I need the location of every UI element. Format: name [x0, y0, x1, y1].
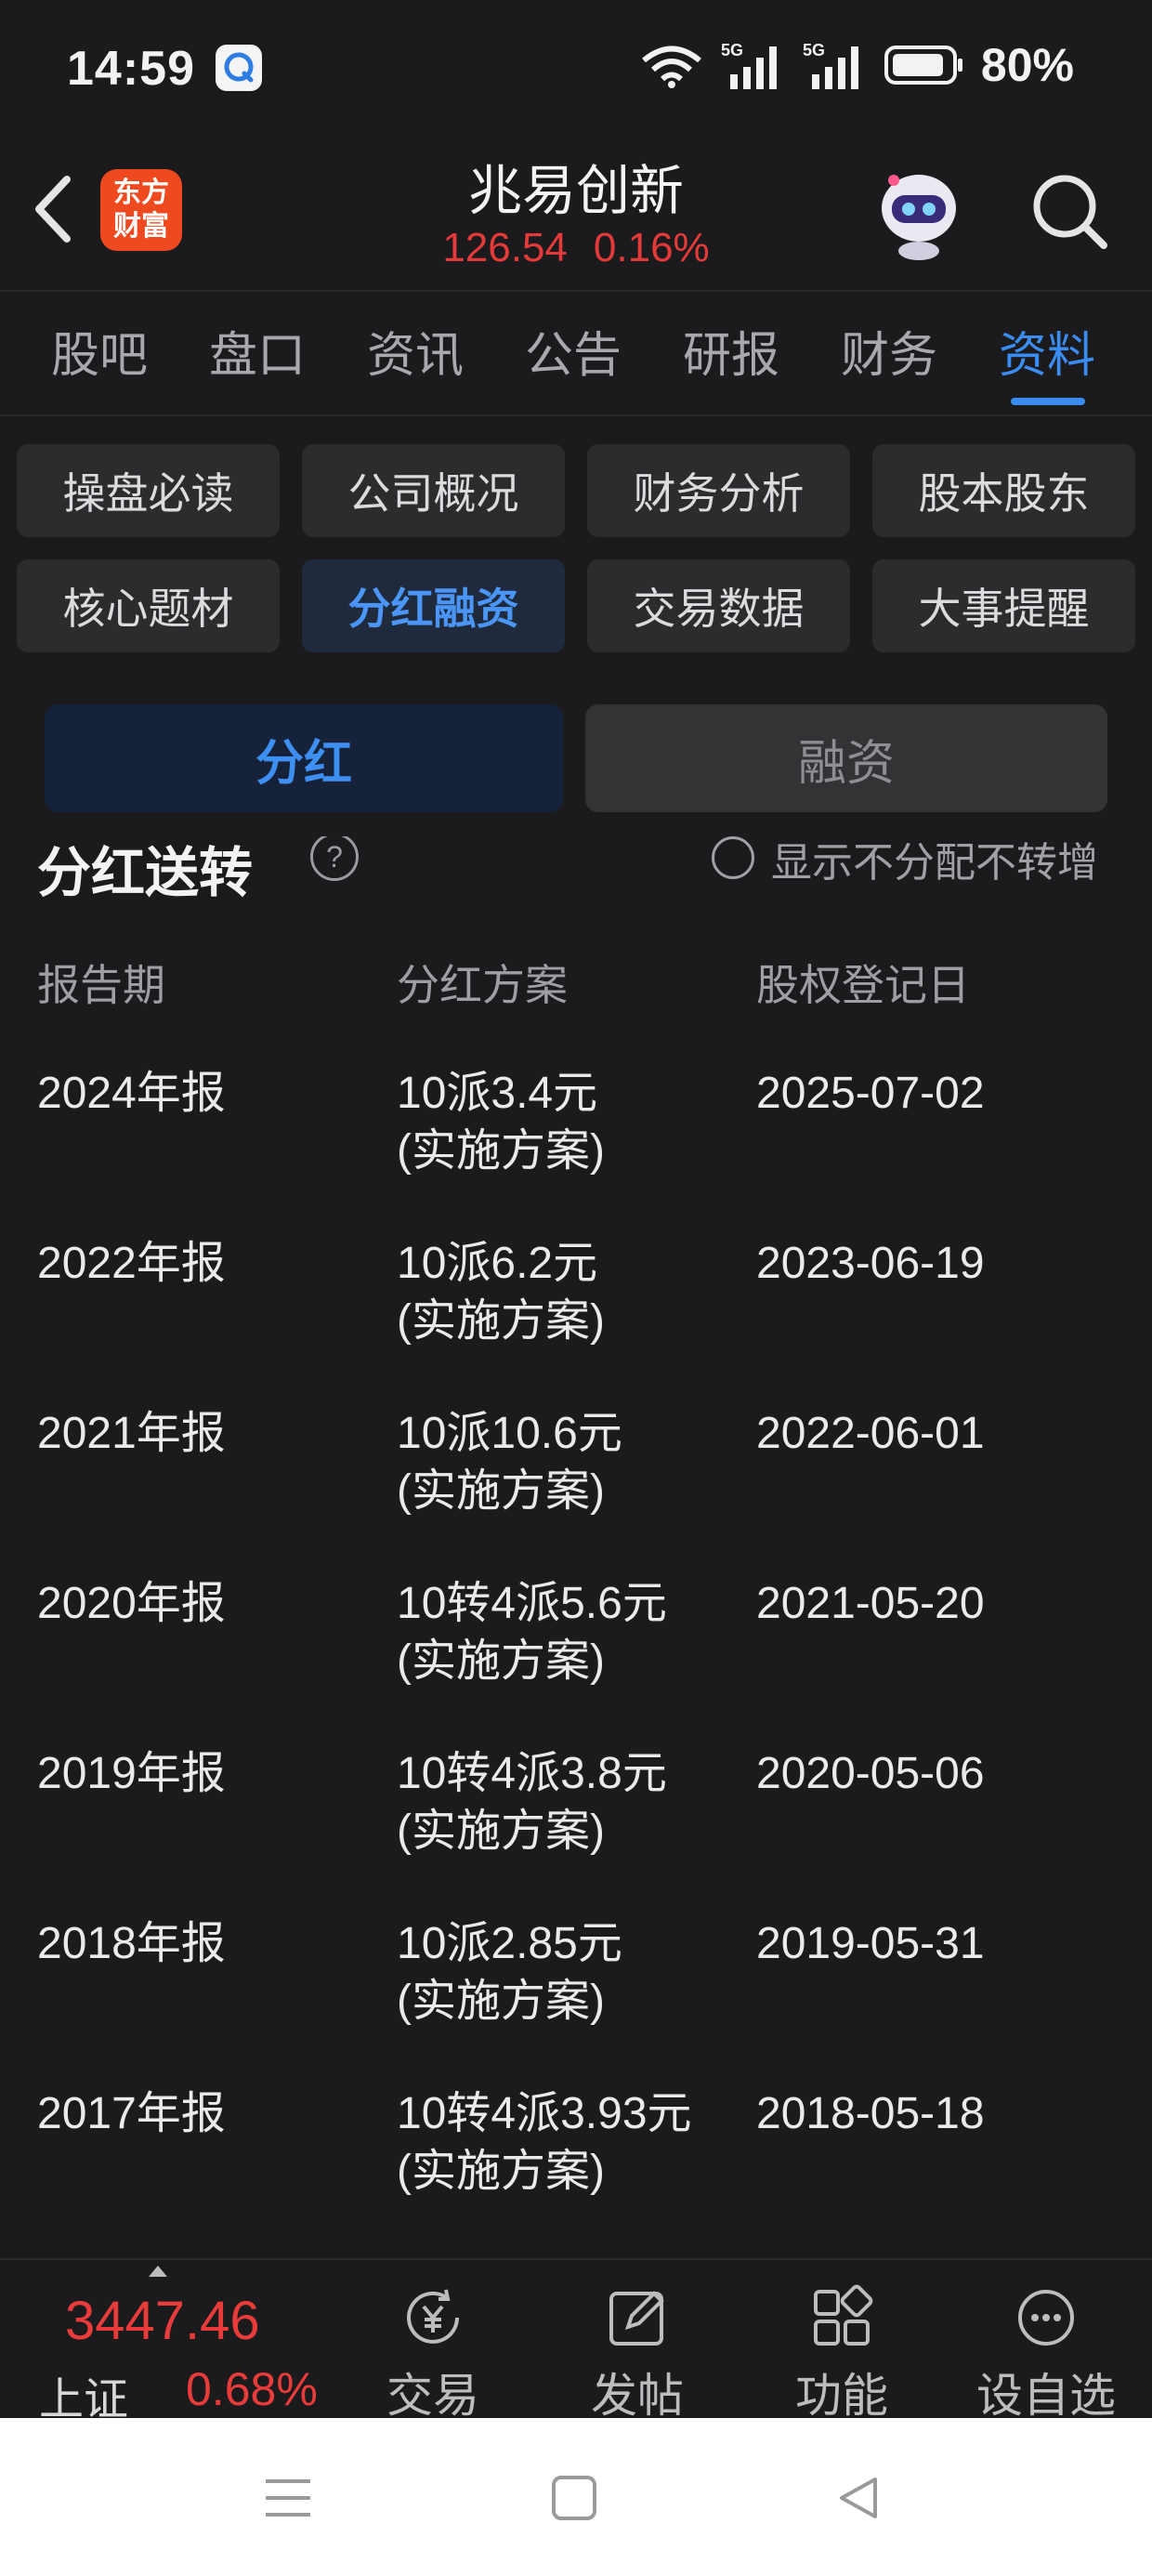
table-row[interactable]: 2018年报 10派2.85元 (实施方案) 2019-05-31: [0, 1915, 1152, 2085]
svg-text:5G: 5G: [721, 41, 743, 59]
expand-caret-icon[interactable]: [149, 2266, 167, 2277]
tab-profile[interactable]: 资料: [968, 316, 1126, 409]
tab-research[interactable]: 研报: [652, 316, 810, 409]
index-change: 0.68%: [186, 2363, 318, 2415]
table-row[interactable]: 2017年报 10转4派3.93元 (实施方案) 2018-05-18: [0, 2085, 1152, 2255]
cell-date: 2019-05-31: [756, 1919, 985, 1968]
filter-radio[interactable]: [712, 836, 754, 879]
cell-plan: 10派3.4元 (实施方案): [397, 1069, 605, 1176]
cell-period: 2024年报: [37, 1069, 226, 1118]
stock-price: 126.54: [442, 225, 568, 270]
header-record-date: 股权登记日: [756, 961, 970, 1009]
chip-events[interactable]: 大事提醒: [872, 559, 1135, 652]
grid-icon: [814, 2284, 873, 2346]
nav-functions[interactable]: 功能: [749, 2260, 935, 2422]
header-plan: 分红方案: [397, 961, 568, 1009]
cell-plan: 10转4派5.6元 (实施方案): [397, 1579, 667, 1686]
cell-date: 2020-05-06: [756, 1749, 985, 1798]
battery-icon: [884, 46, 962, 85]
stock-title: 兆易创新: [467, 161, 684, 221]
back-triangle-icon[interactable]: [832, 2472, 884, 2524]
cell-period: 2017年报: [37, 2089, 226, 2138]
tab-guba[interactable]: 股吧: [20, 316, 178, 409]
cell-date: 2023-06-19: [756, 1239, 985, 1288]
cell-period: 2022年报: [37, 1239, 226, 1288]
table-row[interactable]: 2021年报 10派10.6元 (实施方案) 2022-06-01: [0, 1405, 1152, 1575]
index-value[interactable]: 3447.46: [65, 2290, 260, 2352]
system-navigation-bar: [0, 2418, 1152, 2576]
nav-trade-label: 交易: [386, 2370, 479, 2422]
menu-icon[interactable]: [262, 2472, 314, 2524]
cell-date: 2022-06-01: [756, 1409, 985, 1458]
stock-change: 0.16%: [593, 225, 710, 270]
table-row[interactable]: 2019年报 10转4派3.8元 (实施方案) 2020-05-06: [0, 1745, 1152, 1915]
nav-post[interactable]: 发帖: [544, 2260, 730, 2422]
cell-plan: 10派6.2元 (实施方案): [397, 1239, 605, 1346]
wifi-icon: [642, 46, 701, 88]
cell-period: 2020年报: [37, 1579, 226, 1628]
search-button[interactable]: [1028, 169, 1111, 253]
cell-plan: 10转4派3.93元 (实施方案): [397, 2089, 692, 2196]
active-tab-indicator: [1011, 398, 1085, 405]
chip-company-overview[interactable]: 公司概况: [302, 444, 565, 537]
nav-add-watchlist-label: 设自选: [976, 2370, 1116, 2422]
edit-icon: [609, 2291, 664, 2346]
cell-date: 2018-05-18: [756, 2089, 985, 2138]
table-row[interactable]: 2024年报 10派3.4元 (实施方案) 2025-07-02: [0, 1065, 1152, 1235]
svg-text:5G: 5G: [803, 41, 825, 59]
notification-app-icon: [216, 45, 262, 91]
table-row[interactable]: 2020年报 10转4派5.6元 (实施方案) 2021-05-20: [0, 1575, 1152, 1745]
nav-add-watchlist[interactable]: 设自选: [953, 2260, 1139, 2422]
chip-trading-data[interactable]: 交易数据: [587, 559, 850, 652]
nav-post-label: 发帖: [591, 2370, 684, 2422]
table-row[interactable]: 2022年报 10派6.2元 (实施方案) 2023-06-19: [0, 1235, 1152, 1405]
home-icon[interactable]: [548, 2472, 600, 2524]
cell-date: 2025-07-02: [756, 1069, 985, 1118]
filter-label[interactable]: 显示不分配不转增: [771, 836, 1098, 888]
tab-news[interactable]: 资讯: [336, 316, 494, 409]
stock-quote: 126.54 0.16%: [0, 225, 1152, 271]
tab-announcements[interactable]: 公告: [494, 316, 652, 409]
cell-date: 2021-05-20: [756, 1579, 985, 1628]
trade-yen-icon: [407, 2289, 459, 2344]
tab-pankou[interactable]: 盘口: [178, 316, 336, 409]
profile-subsections: 操盘必读 公司概况 财务分析 股本股东 核心题材 分红融资 交易数据 大事提醒: [17, 444, 1137, 652]
nav-functions-label: 功能: [795, 2370, 888, 2422]
section-title: 分红送转: [37, 843, 254, 903]
header-divider: [0, 290, 1152, 292]
tab-finance[interactable]: 财务: [810, 316, 968, 409]
chip-shareholders[interactable]: 股本股东: [872, 444, 1135, 537]
more-icon: [1018, 2290, 1074, 2346]
cell-plan: 10派2.85元 (实施方案): [397, 1919, 622, 2026]
tabs-divider: [0, 414, 1152, 416]
segment-dividend[interactable]: 分红: [45, 704, 563, 812]
cell-plan: 10转4派3.8元 (实施方案): [397, 1749, 667, 1856]
cell-period: 2018年报: [37, 1919, 226, 1968]
status-bar: 14:59 5G 5G 80%: [0, 0, 1152, 139]
header-period: 报告期: [37, 961, 165, 1009]
nav-trade[interactable]: 交易: [340, 2260, 526, 2422]
chip-dividends-financing[interactable]: 分红融资: [302, 559, 565, 652]
cell-period: 2021年报: [37, 1409, 226, 1458]
chip-trading-guide[interactable]: 操盘必读: [17, 444, 280, 537]
robot-assistant-icon[interactable]: [868, 162, 970, 264]
battery-percent: 80%: [980, 39, 1074, 91]
status-right: 5G 5G 80%: [639, 37, 1074, 93]
search-icon: [1033, 175, 1107, 249]
signal-5g-icon-2: 5G: [803, 41, 858, 89]
main-tabs: 股吧 盘口 资讯 公告 研报 财务 资料: [0, 316, 1152, 409]
signal-5g-icon: 5G: [721, 41, 777, 89]
status-time: 14:59: [67, 42, 195, 96]
help-icon[interactable]: ?: [310, 836, 359, 881]
cell-plan: 10派10.6元 (实施方案): [397, 1409, 622, 1516]
chip-core-themes[interactable]: 核心题材: [17, 559, 280, 652]
bottom-toolbar: 3447.46 上证 0.68% 交易 发帖 功能 设自选: [0, 2258, 1152, 2425]
chip-financial-analysis[interactable]: 财务分析: [587, 444, 850, 537]
dividend-section: 分红送转 ? 显示不分配不转增 报告期 分红方案 股权登记日 2024年报 10…: [0, 836, 1152, 2258]
segment-financing[interactable]: 融资: [585, 704, 1107, 812]
cell-period: 2019年报: [37, 1749, 226, 1798]
